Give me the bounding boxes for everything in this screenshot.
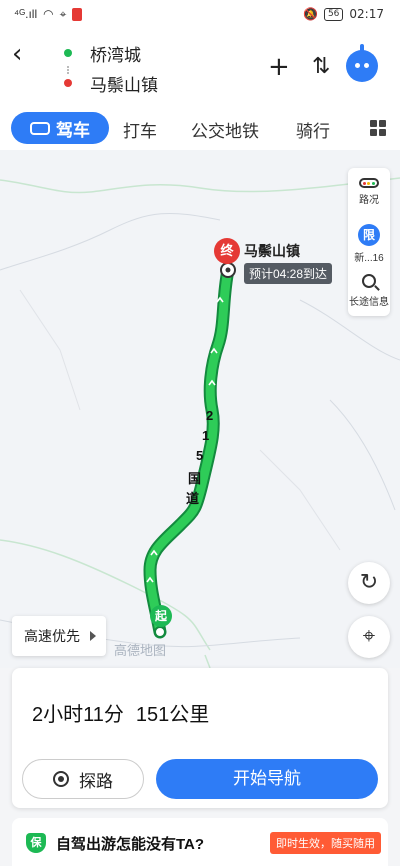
road-char: 2 [206,408,214,423]
battery-icon: 56 [323,7,344,21]
signal-icon: ⁴ᴳ.ıll [14,7,38,21]
route-divider [67,66,69,74]
route-preference-button[interactable]: 高速优先 [12,616,106,656]
locate-icon[interactable]: ⌖ [348,616,390,658]
destination-map-label: 马鬃山镇 [244,243,300,259]
traffic-icon [359,178,379,188]
promo-tag: 即时生效，随买随用 [270,832,381,854]
recording-icon [72,7,83,21]
wifi-icon: ◠ [43,7,54,21]
promo-text: 自驾出游怎能没有TA? [56,836,205,853]
tab-cycling[interactable]: 骑行 [296,117,330,142]
route-summary-card: 2小时11分 151公里 探路 开始导航 [12,668,388,808]
shield-icon: 保 [26,833,46,853]
refresh-icon[interactable]: ↻ [348,562,390,604]
tab-drive[interactable]: 驾车 [11,112,109,144]
end-marker[interactable]: 终 [214,238,240,264]
road-char: 道 [186,491,200,506]
longtrip-info-button[interactable]: 长途信息 [348,274,390,308]
eta-badge: 预计04:28到达 [244,263,333,284]
limit-label: 新...16 [354,253,384,264]
map-side-panel: 路况 限 新...16 长途信息 [348,168,390,316]
longtrip-label: 长途信息 [349,297,389,308]
back-arrow-icon[interactable]: ‹ [12,40,40,68]
route-inputs: 桥湾城 马鬃山镇 [52,38,252,102]
location-icon: ⌖ [59,6,67,21]
road-char: 5 [196,448,204,463]
status-right: 🔕 56 02:17 [303,7,384,21]
map-view[interactable]: 终 马鬃山镇 预计04:28到达 2 1 5 国 道 起 高德地图 路况 限 新… [0,150,400,668]
road-char: 1 [202,428,210,443]
destination-field[interactable]: 马鬃山镇 [52,68,252,98]
start-navigation-button[interactable]: 开始导航 [156,759,378,799]
route-header: ‹ 桥湾城 马鬃山镇 + ⇅ [0,28,400,106]
map-logo: 高德地图 [114,643,167,658]
more-modes-icon[interactable] [370,120,386,136]
tab-drive-label: 驾车 [56,120,90,140]
search-icon [362,274,376,288]
route-distance: 151公里 [135,704,210,726]
car-icon [30,121,50,135]
play-triangle-icon [90,631,96,641]
road-char: 国 [188,471,202,486]
map-canvas [0,177,400,668]
radar-icon [53,771,69,787]
limit-icon: 限 [358,224,380,246]
status-bar: ⁴ᴳ.ıll ◠ ⌖ 🔕 56 02:17 [0,0,400,28]
clock: 02:17 [349,7,384,21]
explore-label: 探路 [79,771,113,791]
destination-dot-icon [64,79,72,87]
origin-field[interactable]: 桥湾城 [52,38,252,68]
origin-text: 桥湾城 [90,45,141,65]
route-preference-label: 高速优先 [24,628,80,644]
plus-icon[interactable]: + [268,52,290,82]
insurance-promo-banner[interactable]: 保 自驾出游怎能没有TA? 即时生效，随买随用 [12,818,388,866]
route-duration: 2小时11分 [32,704,124,726]
swap-icon[interactable]: ⇅ [312,52,330,82]
route-summary: 2小时11分 151公里 [32,698,209,727]
status-left: ⁴ᴳ.ıll ◠ ⌖ [14,6,83,22]
explore-route-button[interactable]: 探路 [22,759,144,799]
robot-assistant-icon[interactable] [346,50,378,82]
start-marker[interactable]: 起 [150,605,172,627]
mute-icon: 🔕 [303,7,318,21]
traffic-label: 路况 [359,195,379,206]
origin-dot-icon [64,49,72,57]
traffic-toggle[interactable]: 路况 [348,178,390,206]
tab-transit[interactable]: 公交地铁 [191,117,259,142]
tab-taxi[interactable]: 打车 [123,117,157,142]
destination-text: 马鬃山镇 [90,75,158,95]
traffic-limit-button[interactable]: 限 新...16 [348,224,390,264]
travel-mode-tabs: 驾车 打车 公交地铁 骑行 [0,106,400,150]
